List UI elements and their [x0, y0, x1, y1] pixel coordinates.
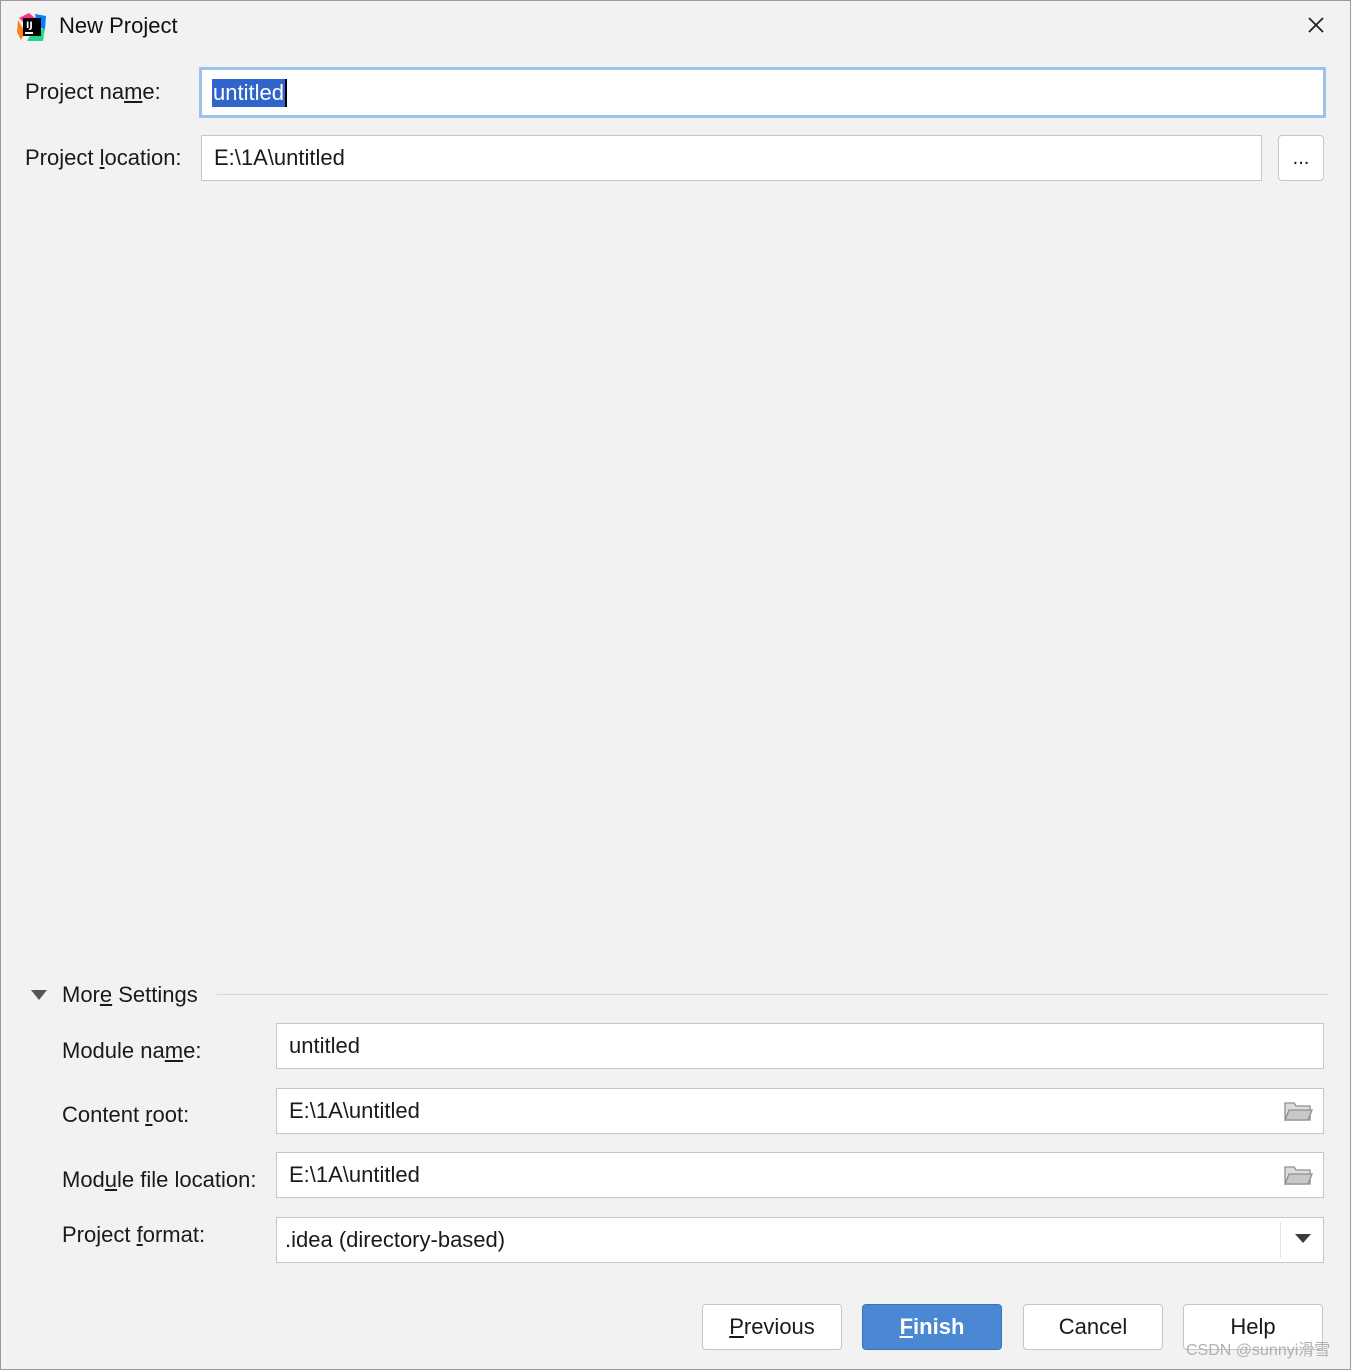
- finish-button-label: Finish: [899, 1314, 965, 1339]
- project-format-value: .idea (directory-based): [285, 1227, 506, 1252]
- new-project-dialog: IJ New Project Project name: untitled Pr…: [0, 0, 1351, 1370]
- close-icon: [1308, 17, 1324, 33]
- chevron-down-icon: [1295, 1234, 1311, 1243]
- folder-icon[interactable]: [1283, 1099, 1313, 1123]
- module-file-location-label: Module file location:: [62, 1167, 257, 1192]
- project-format-select[interactable]: .idea (directory-based): [276, 1217, 1324, 1263]
- project-format-label: Project format:: [62, 1222, 206, 1247]
- watermark: CSDN @sunnyi滑雪: [1186, 1342, 1331, 1359]
- previous-button[interactable]: Previous: [702, 1304, 842, 1350]
- window-title: New Project: [59, 13, 178, 38]
- cancel-button[interactable]: Cancel: [1023, 1304, 1163, 1350]
- project-name-label: Project name:: [25, 79, 161, 104]
- cancel-button-label: Cancel: [1058, 1314, 1128, 1339]
- more-settings-toggle[interactable]: More Settings: [29, 981, 198, 1009]
- project-name-value: untitled: [212, 78, 285, 107]
- section-divider: [217, 994, 1329, 995]
- module-name-input[interactable]: untitled: [276, 1023, 1324, 1069]
- project-location-label: Project location:: [25, 145, 182, 170]
- intellij-idea-icon: IJ: [17, 12, 47, 42]
- module-name-label: Module name:: [62, 1038, 202, 1063]
- title-bar: IJ New Project: [1, 1, 1350, 51]
- project-location-value: E:\1A\untitled: [214, 145, 345, 170]
- text-caret: [284, 78, 287, 107]
- more-settings-label: More Settings: [62, 982, 198, 1007]
- previous-button-label: Previous: [729, 1314, 815, 1339]
- browse-button-label: ...: [1292, 147, 1310, 169]
- triangle-down-icon: [31, 990, 47, 1000]
- content-root-value: E:\1A\untitled: [289, 1098, 420, 1123]
- module-file-location-input[interactable]: E:\1A\untitled: [276, 1152, 1324, 1198]
- svg-text:IJ: IJ: [26, 21, 33, 31]
- content-root-input[interactable]: E:\1A\untitled: [276, 1088, 1324, 1134]
- folder-icon[interactable]: [1283, 1163, 1313, 1187]
- project-name-input[interactable]: untitled: [199, 67, 1326, 118]
- help-button-label: Help: [1230, 1314, 1276, 1339]
- close-button[interactable]: [1299, 9, 1333, 41]
- finish-button[interactable]: Finish: [862, 1304, 1002, 1350]
- browse-button[interactable]: ...: [1278, 135, 1324, 181]
- select-divider: [1280, 1222, 1281, 1258]
- module-file-location-value: E:\1A\untitled: [289, 1162, 420, 1187]
- project-location-input[interactable]: E:\1A\untitled: [201, 135, 1262, 181]
- content-root-label: Content root:: [62, 1102, 190, 1127]
- module-name-value: untitled: [289, 1033, 360, 1058]
